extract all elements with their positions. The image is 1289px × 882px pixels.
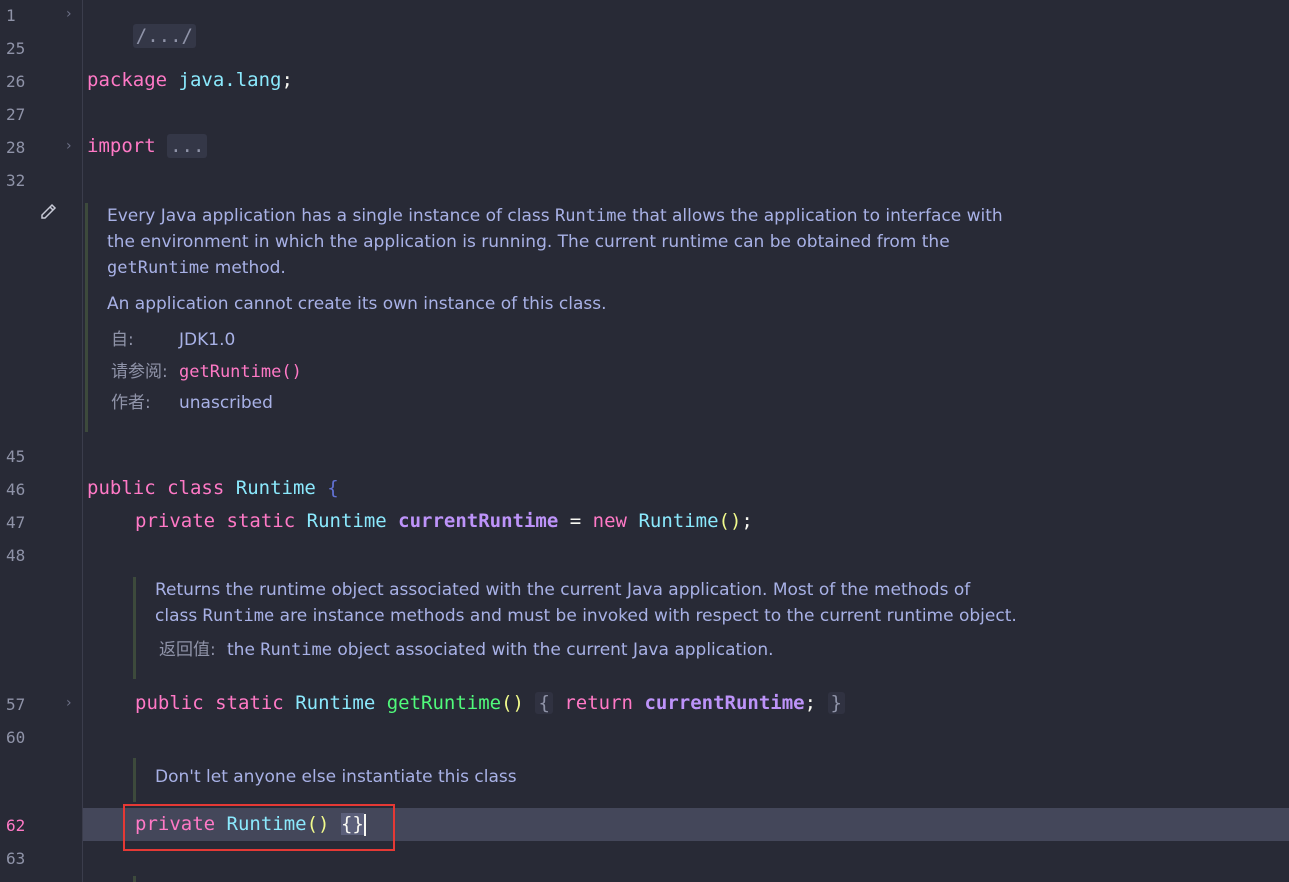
line-number-active: 62	[6, 816, 26, 835]
keyword-new: new	[592, 510, 627, 532]
keyword-return: return	[564, 692, 633, 714]
doc-text: the	[227, 640, 261, 660]
keyword-package: package	[87, 69, 168, 91]
doc-text: Don't let anyone else instantiate this c…	[155, 767, 517, 787]
code-line[interactable]: private static Runtime currentRuntime = …	[135, 510, 753, 532]
keyword-static: static	[215, 692, 284, 714]
doc-see-row: 请参阅: getRuntime()	[107, 359, 1107, 385]
class-doc-paragraph-2: An application cannot create its own ins…	[107, 294, 607, 314]
folded-imports-placeholder[interactable]: ...	[167, 134, 208, 158]
chevron-right-icon[interactable]: ›	[66, 6, 72, 22]
doc-returns-row: 返回值: the Runtime object associated with t…	[155, 637, 1115, 663]
line-number: 45	[6, 447, 26, 466]
doc-see-link[interactable]: getRuntime()	[179, 362, 302, 382]
doc-since-label: 自:	[111, 330, 134, 350]
code-line[interactable]: public static Runtime getRuntime() { ret…	[135, 692, 845, 714]
doc-code: Runtime	[202, 606, 275, 626]
chevron-right-icon[interactable]: ›	[66, 138, 72, 154]
line-number: 48	[6, 546, 26, 565]
line-number: 1	[6, 6, 16, 25]
constructor-javadoc: Don't let anyone else instantiate this c…	[133, 758, 655, 802]
folded-open-brace[interactable]: {	[535, 692, 553, 714]
field-name: currentRuntime	[644, 692, 805, 714]
code-line[interactable]: public class Runtime {	[87, 477, 339, 499]
field-name: currentRuntime	[398, 510, 559, 532]
line-number: 63	[6, 849, 26, 868]
doc-bar-partial	[133, 876, 136, 882]
parens: ()	[501, 692, 524, 714]
doc-returns-label: 返回值:	[159, 640, 216, 660]
keyword-public: public	[135, 692, 204, 714]
doc-text: method.	[209, 258, 286, 278]
keyword-static: static	[226, 510, 296, 532]
open-brace: {	[327, 477, 339, 499]
doc-code: getRuntime	[107, 258, 210, 278]
doc-text: that allows the application to interface…	[626, 206, 1003, 226]
gutter-divider	[82, 0, 83, 882]
chevron-right-icon[interactable]: ›	[66, 695, 72, 711]
doc-text: Returns the runtime object associated wi…	[155, 580, 971, 600]
line-number: 60	[6, 728, 26, 747]
keyword-import: import	[87, 135, 156, 157]
doc-code: Runtime	[260, 640, 332, 660]
type-name: Runtime	[306, 510, 387, 532]
line-number: 47	[6, 513, 26, 532]
method-name: getRuntime	[386, 692, 502, 714]
keyword-private: private	[135, 510, 216, 532]
method-javadoc: Returns the runtime object associated wi…	[133, 577, 1115, 679]
line-number: 46	[6, 480, 26, 499]
type-name: Runtime	[638, 510, 719, 532]
doc-author-row: 作者: unascribed	[107, 390, 1107, 416]
line-number: 57	[6, 695, 26, 714]
operator: =	[569, 510, 582, 532]
doc-see-label: 请参阅:	[111, 362, 168, 382]
doc-since-row: 自: JDK1.0	[107, 327, 1107, 353]
method-doc-paragraph: Returns the runtime object associated wi…	[155, 577, 1115, 629]
semicolon: ;	[741, 510, 753, 532]
class-javadoc: Every Java application has a single inst…	[85, 203, 1107, 432]
semicolon: ;	[804, 692, 817, 714]
code-line[interactable]: package java.lang;	[87, 69, 293, 91]
parens: ()	[718, 510, 742, 532]
doc-code: Runtime	[555, 206, 627, 226]
doc-text: Every Java application has a single inst…	[107, 206, 556, 226]
type-name: Runtime	[295, 692, 376, 714]
doc-author-label: 作者:	[111, 393, 151, 413]
line-number: 28	[6, 138, 26, 157]
code-line[interactable]: import ...	[87, 134, 208, 158]
code-line[interactable]: /.../	[87, 3, 196, 69]
folded-close-brace[interactable]: }	[827, 692, 845, 714]
line-number: 25	[6, 39, 26, 58]
keyword-class: class	[167, 477, 225, 499]
doc-text: class	[155, 606, 203, 626]
code-editor[interactable]: 1 25 26 27 28 32 45 46 47 48 57 60 62 63…	[0, 0, 1289, 882]
doc-since-value: JDK1.0	[179, 330, 236, 350]
class-doc-paragraph-1: Every Java application has a single inst…	[107, 203, 1107, 281]
line-number: 32	[6, 171, 26, 190]
pencil-icon[interactable]	[38, 201, 60, 223]
highlight-annotation-box	[123, 804, 395, 851]
folded-header-placeholder[interactable]: /.../	[132, 24, 196, 48]
doc-text: are instance methods and must be invoked…	[274, 606, 1017, 626]
class-name: Runtime	[235, 477, 316, 499]
doc-text: object associated with the current Java …	[331, 640, 774, 660]
line-number: 27	[6, 105, 26, 124]
package-name: java.lang	[178, 69, 282, 91]
doc-text: the environment in which the application…	[107, 232, 950, 252]
doc-author-value: unascribed	[179, 393, 273, 413]
line-number: 26	[6, 72, 26, 91]
keyword-public: public	[87, 477, 156, 499]
semicolon: ;	[281, 69, 293, 91]
